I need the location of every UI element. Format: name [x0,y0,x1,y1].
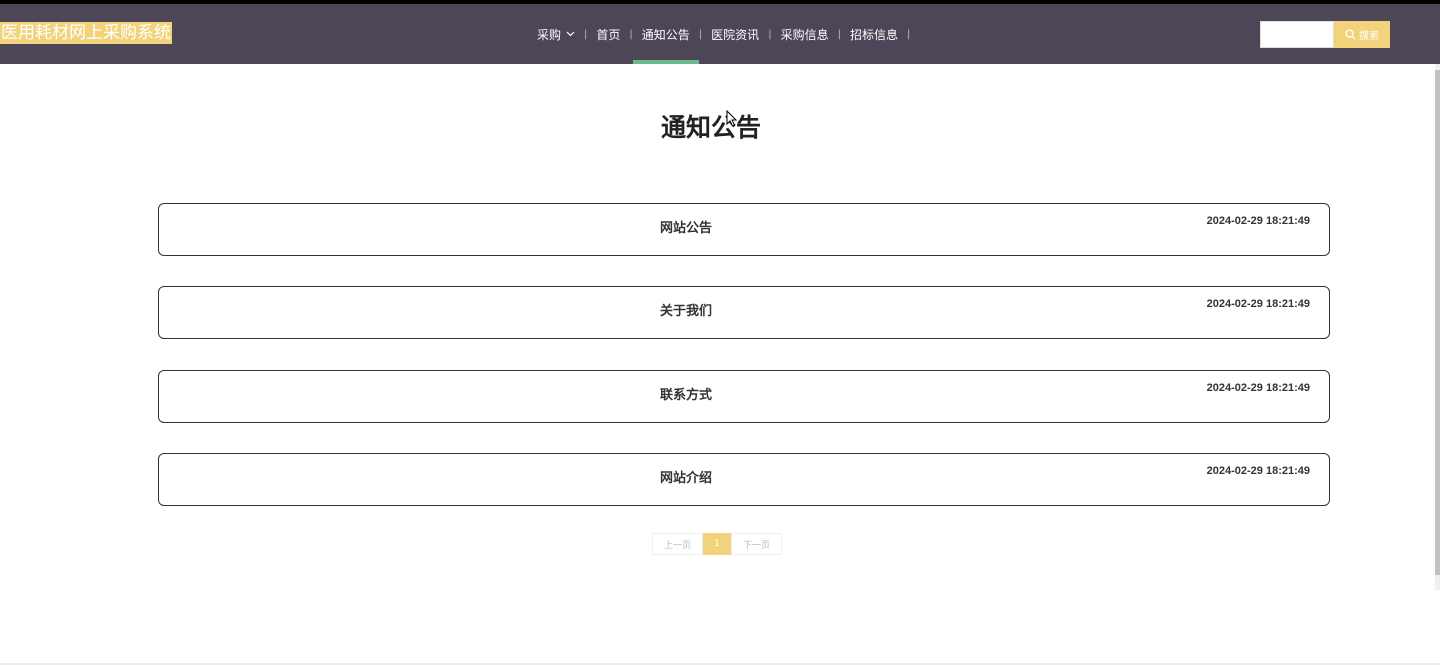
notice-item[interactable]: 联系方式 2024-02-29 18:21:49 [158,370,1330,423]
notice-time: 2024-02-29 18:21:49 [1206,382,1310,394]
notice-item[interactable]: 网站介绍 2024-02-29 18:21:49 [158,453,1330,506]
notice-time: 2024-02-29 18:21:49 [1206,298,1310,310]
notice-title: 联系方式 [660,388,713,403]
chevron-down-icon [566,29,575,40]
menu-item-purchase[interactable]: 采购 [528,4,584,64]
notice-title: 网站公告 [660,221,713,236]
top-navbar: 医用耗材网上采购系统 采购 | 首页 | 通知公告 | 医院资讯 | 采购信息 … [0,4,1440,64]
menu-item-label: 招标信息 [849,27,898,42]
search-button[interactable]: 搜索 [1334,21,1390,48]
menu-item-hospital-news[interactable]: 医院资讯 [702,4,768,64]
prev-page-button[interactable]: 上一页 [652,533,703,555]
menu-item-label: 首页 [596,27,621,42]
notice-item[interactable]: 关于我们 2024-02-29 18:21:49 [158,286,1330,339]
menu-item-label: 通知公告 [641,27,690,42]
search-input[interactable] [1260,21,1334,48]
current-page-button[interactable]: 1 [703,533,731,555]
page-title: 通知公告 [660,113,761,142]
search-button-label: 搜索 [1359,31,1379,42]
menu-item-notices[interactable]: 通知公告 [632,4,699,64]
menu-item-label: 采购信息 [780,27,829,42]
main-menu: 采购 | 首页 | 通知公告 | 医院资讯 | 采购信息 | 招标信息 | [528,4,910,64]
search-icon [1345,29,1356,40]
notice-title: 网站介绍 [660,471,713,486]
menu-item-label: 采购 [537,27,562,42]
menu-item-label: 医院资讯 [711,27,760,42]
notice-item[interactable]: 网站公告 2024-02-29 18:21:49 [158,203,1330,256]
notice-title: 关于我们 [660,304,713,319]
menu-item-purchase-info[interactable]: 采购信息 [772,4,838,64]
menu-item-tender-info[interactable]: 招标信息 [841,4,907,64]
mouse-cursor-icon [726,110,737,127]
scrollbar-thumb[interactable] [1435,70,1440,575]
site-logo[interactable]: 医用耗材网上采购系统 [0,22,172,44]
next-page-button[interactable]: 下一页 [731,533,782,555]
menu-separator: | [906,28,911,40]
pagination: 上一页 1 下一页 [652,533,782,555]
menu-item-home[interactable]: 首页 [587,4,629,64]
notice-time: 2024-02-29 18:21:49 [1206,465,1310,477]
notice-time: 2024-02-29 18:21:49 [1206,215,1310,227]
